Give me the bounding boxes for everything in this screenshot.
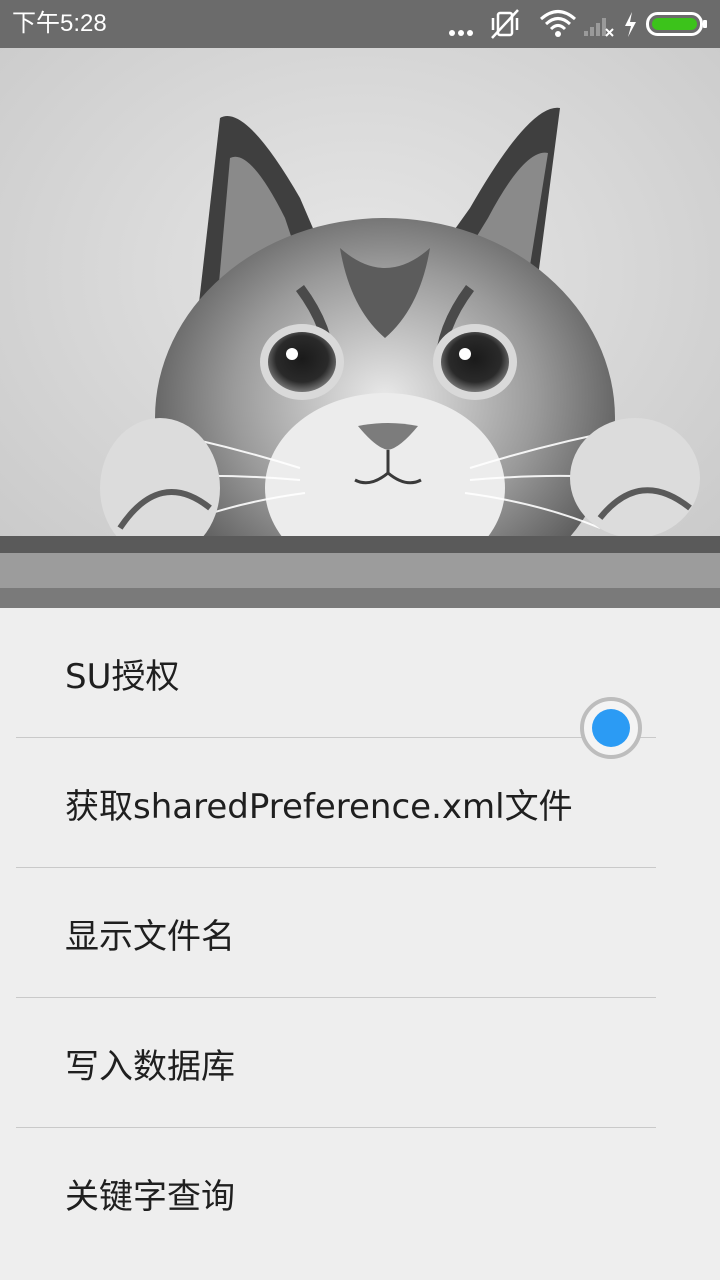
menu-item-label: 显示文件名 (65, 916, 235, 957)
menu-item-label: 关键字查询 (65, 1176, 235, 1217)
menu-item-keyword-search[interactable]: 关键字查询 (0, 1128, 720, 1258)
floating-assistive-button[interactable] (580, 697, 642, 759)
cat-photo (0, 48, 720, 608)
floating-button-dot-icon (592, 709, 630, 747)
wifi-icon (540, 10, 576, 37)
vibrate-off-icon (491, 9, 519, 39)
status-time: 下午5:28 (12, 10, 107, 37)
menu-item-label: 获取sharedPreference.xml文件 (65, 786, 573, 827)
menu-item-write-database[interactable]: 写入数据库 (0, 998, 720, 1128)
menu-item-label: SU授权 (65, 656, 180, 697)
signal-off-icon (584, 18, 614, 37)
menu-item-show-filenames[interactable]: 显示文件名 (0, 868, 720, 998)
menu-item-label: 写入数据库 (65, 1046, 235, 1087)
more-dots-icon (449, 30, 473, 36)
charging-icon (625, 12, 636, 37)
status-bar: 下午5:28 (0, 0, 720, 48)
battery-icon (646, 12, 707, 36)
